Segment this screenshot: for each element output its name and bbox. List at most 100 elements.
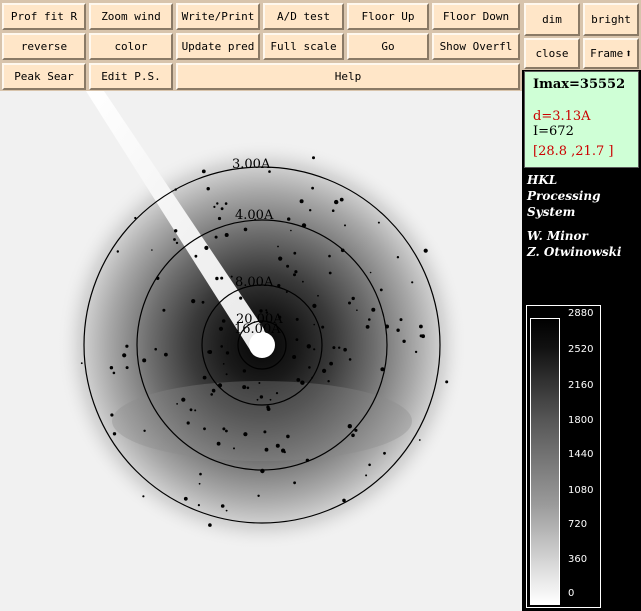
diffraction-spot <box>201 300 205 304</box>
diffraction-spot <box>344 224 346 227</box>
update-pred-button[interactable]: Update pred <box>176 33 260 60</box>
diffraction-spot <box>396 328 400 332</box>
diffraction-spot <box>265 309 268 312</box>
diffraction-spot <box>259 395 264 399</box>
ring-label-4A: 4.00A <box>235 208 274 223</box>
diffraction-spot <box>419 324 423 329</box>
diffraction-spot <box>278 256 283 261</box>
diffraction-image-viewer[interactable]: 3.00A 4.00A 8.00A 20.00A 16.00A <box>0 91 522 611</box>
frame-button[interactable]: Frame ⬆ <box>583 38 639 69</box>
diffraction-spot <box>183 496 188 501</box>
diffraction-spot <box>225 373 228 376</box>
diffraction-spot <box>222 427 226 431</box>
diffraction-spot <box>338 346 341 349</box>
help-button[interactable]: Help <box>176 63 520 90</box>
diffraction-spot <box>348 301 351 305</box>
show-overflow-button[interactable]: Show Overfl <box>432 33 520 60</box>
diffraction-spot <box>243 432 248 437</box>
full-scale-button[interactable]: Full scale <box>263 33 344 60</box>
diffraction-spot <box>151 249 153 251</box>
diffraction-spot <box>369 271 372 274</box>
ring-label-3A: 3.00A <box>232 157 271 172</box>
diffraction-spot <box>283 451 286 454</box>
diffraction-spot <box>327 380 330 383</box>
diffraction-spot <box>356 309 358 311</box>
imax-value: Imax=35552 <box>533 77 626 92</box>
diffraction-spot <box>122 353 127 358</box>
close-button[interactable]: close <box>524 38 580 69</box>
zoom-window-button[interactable]: Zoom wind <box>89 3 173 30</box>
diffraction-spot <box>214 235 218 239</box>
scale-label: 2880 <box>568 308 594 319</box>
diffraction-spot <box>313 323 316 326</box>
right-control-panel: dim bright close Frame ⬆ <box>522 0 641 70</box>
diffraction-spot <box>295 317 299 321</box>
diffraction-spot <box>258 382 261 384</box>
bright-button[interactable]: bright <box>583 3 639 36</box>
diffraction-spot <box>225 429 228 433</box>
diffraction-spot <box>421 334 425 339</box>
diffraction-spot <box>295 338 299 341</box>
diffraction-spot <box>194 409 197 412</box>
diffraction-spot <box>286 434 290 439</box>
floor-down-button[interactable]: Floor Down <box>432 3 520 30</box>
diffraction-spot <box>246 386 250 390</box>
diffraction-spot <box>221 319 226 323</box>
floor-up-button[interactable]: Floor Up <box>347 3 429 30</box>
scale-label: 360 <box>568 554 588 565</box>
diffraction-spot <box>174 229 178 233</box>
diffraction-spot <box>142 358 147 363</box>
diffraction-spot <box>220 345 223 348</box>
diffraction-spot <box>203 427 206 431</box>
diffraction-pattern[interactable]: 3.00A 4.00A 8.00A 20.00A 16.00A <box>0 91 522 611</box>
info-panel: Imax=35552 d=3.13A I=672 [28.8 ,21.7 ] <box>524 71 639 168</box>
color-button[interactable]: color <box>89 33 173 60</box>
diffraction-spot <box>181 397 186 402</box>
diffraction-spot <box>220 207 224 211</box>
diffraction-spot <box>275 443 280 448</box>
intensity-scale-bar <box>530 318 560 605</box>
diffraction-spot <box>220 504 225 508</box>
diffraction-spot <box>233 447 235 450</box>
diffraction-spot <box>217 216 222 221</box>
diffraction-spot <box>418 439 421 441</box>
diffraction-spot <box>204 245 209 250</box>
scale-label: 2160 <box>568 380 594 391</box>
diffraction-spot <box>306 344 311 349</box>
diffraction-spot <box>334 199 339 205</box>
diffraction-spot <box>194 254 198 258</box>
intensity-value: I=672 <box>533 124 574 139</box>
write-print-button[interactable]: Write/Print <box>176 3 260 30</box>
go-button[interactable]: Go <box>347 33 429 60</box>
diffraction-spot <box>396 256 400 259</box>
diffraction-spot <box>399 318 403 322</box>
diffraction-spot <box>379 288 383 292</box>
frame-button-label: Frame <box>590 47 624 60</box>
edit-peak-search-button[interactable]: Edit P.S. <box>89 63 173 90</box>
prof-fit-button[interactable]: Prof fit R <box>2 3 86 30</box>
diffraction-spot <box>286 264 290 268</box>
scale-label: 1800 <box>568 415 594 426</box>
diffraction-spot <box>189 408 193 412</box>
diffraction-spot <box>339 197 344 202</box>
d-spacing-value: d=3.13A <box>533 109 591 124</box>
peak-search-button[interactable]: Peak Sear <box>2 63 86 90</box>
diffraction-spot <box>328 254 331 258</box>
diffraction-spot <box>328 271 332 275</box>
diffraction-spot <box>112 432 117 436</box>
diffraction-spot <box>377 221 380 224</box>
reverse-button[interactable]: reverse <box>2 33 86 60</box>
diffraction-spot <box>308 366 311 369</box>
diffraction-spot <box>225 509 228 512</box>
ad-test-button[interactable]: A/D test <box>263 3 344 30</box>
dim-button[interactable]: dim <box>524 3 580 36</box>
diffraction-spot <box>142 495 145 498</box>
diffraction-spot <box>299 199 304 204</box>
diffraction-spot <box>162 308 166 312</box>
diffraction-spot <box>191 299 196 304</box>
diffraction-spot <box>445 380 449 384</box>
diffraction-spot <box>230 275 233 278</box>
diffraction-spot <box>216 202 219 205</box>
diffraction-spot <box>317 294 319 297</box>
diffraction-spot <box>365 325 370 329</box>
